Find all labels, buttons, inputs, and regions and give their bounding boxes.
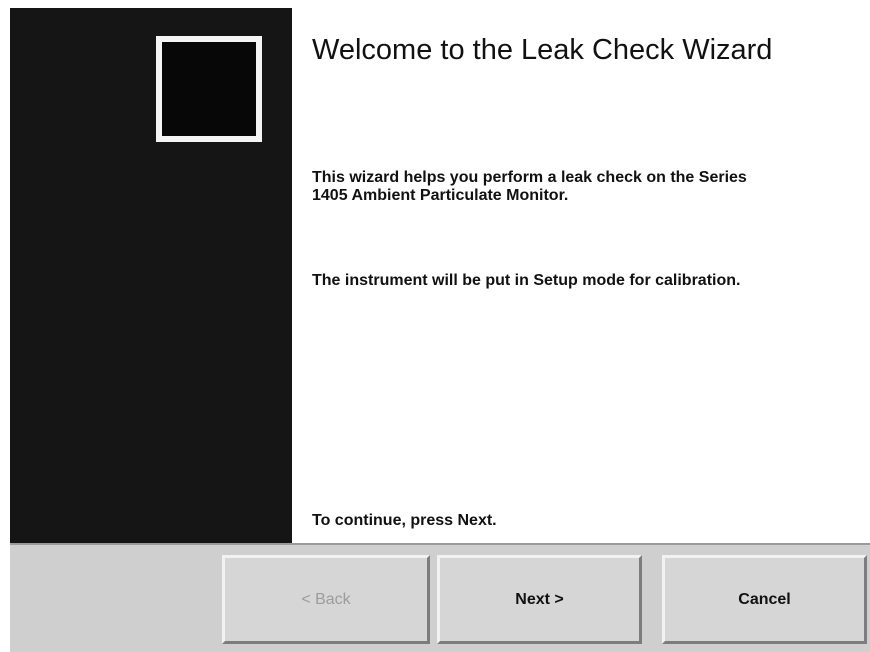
wizard-description: This wizard helps you perform a leak che… [312, 169, 747, 204]
wizard-button-bar: < Back Next > Cancel [10, 543, 870, 652]
wizard-side-panel [10, 8, 292, 543]
wizard-content: Welcome to the Leak Check Wizard This wi… [312, 0, 852, 543]
wizard-title: Welcome to the Leak Check Wizard [312, 34, 773, 66]
next-button[interactable]: Next > [437, 555, 642, 644]
setup-mode-note: The instrument will be put in Setup mode… [312, 272, 741, 289]
wizard-image-frame [156, 36, 262, 142]
continue-instruction: To continue, press Next. [312, 512, 497, 529]
cancel-button[interactable]: Cancel [662, 555, 867, 644]
leak-check-wizard-window: Welcome to the Leak Check Wizard This wi… [0, 0, 870, 652]
back-button[interactable]: < Back [222, 555, 430, 644]
